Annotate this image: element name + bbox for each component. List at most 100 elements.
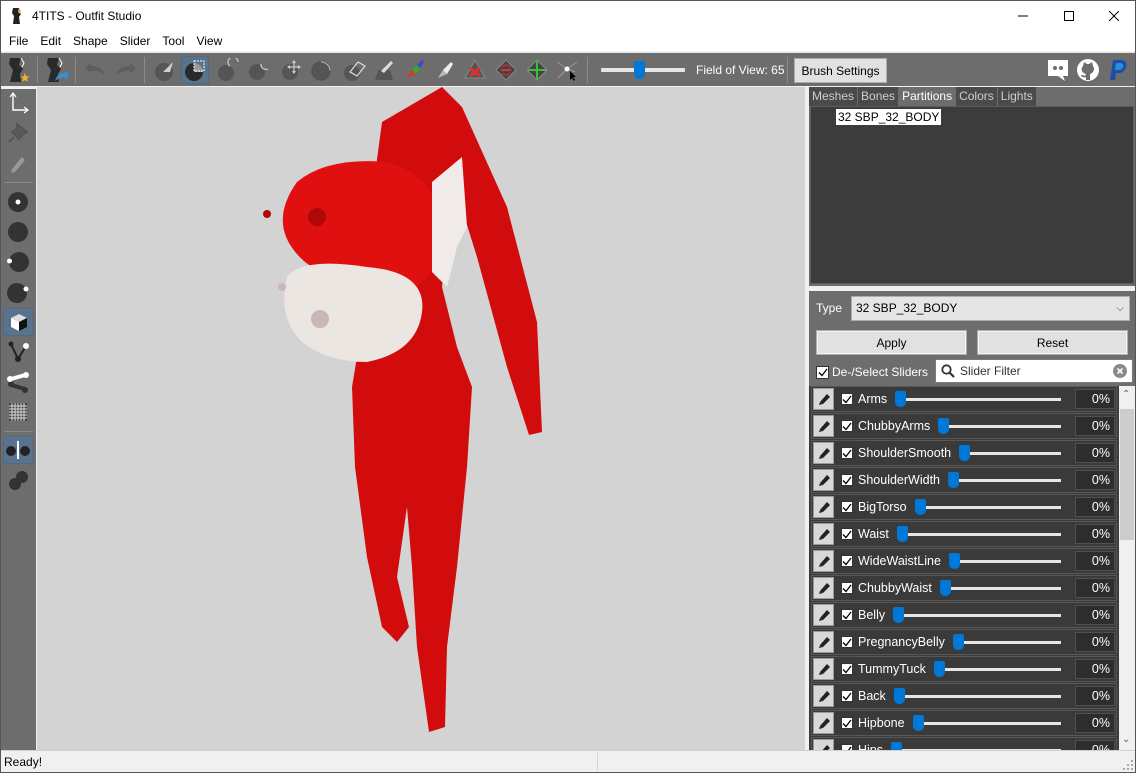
tab-partitions[interactable]: Partitions [899, 87, 956, 106]
slider-filter-input[interactable] [960, 362, 1110, 380]
slider-thumb[interactable] [959, 445, 970, 461]
field-of-view-slider[interactable] [601, 61, 685, 79]
fov-slider-thumb[interactable] [633, 61, 645, 79]
slider-thumb[interactable] [938, 418, 949, 434]
slider-track[interactable] [938, 425, 1061, 428]
paypal-link[interactable] [1106, 58, 1130, 82]
slider-value[interactable]: 0% [1075, 389, 1115, 409]
move-tool-button[interactable] [277, 56, 305, 84]
slider-track[interactable] [894, 695, 1061, 698]
inflate-tool-button[interactable] [214, 56, 242, 84]
partition-item[interactable]: 32 SBP_32_BODY [836, 109, 942, 125]
slider-value[interactable]: 0% [1075, 632, 1115, 652]
slider-checkbox[interactable] [841, 420, 853, 432]
scroll-up-icon[interactable]: ⌃ [1122, 389, 1130, 400]
brush-right-button[interactable] [3, 278, 33, 306]
discord-link[interactable] [1046, 58, 1070, 82]
slider-checkbox[interactable] [841, 663, 853, 675]
brush-left-button[interactable] [3, 248, 33, 276]
edit-slider-button[interactable] [813, 685, 834, 707]
slider-track[interactable] [893, 614, 1061, 617]
redo-button[interactable] [112, 56, 140, 84]
select-tool-button[interactable] [151, 56, 179, 84]
slider-thumb[interactable] [949, 553, 960, 569]
slider-value[interactable]: 0% [1075, 713, 1115, 733]
tab-meshes[interactable]: Meshes [809, 87, 858, 106]
slider-value[interactable]: 0% [1075, 443, 1115, 463]
brush-center-button[interactable] [3, 188, 33, 216]
edit-slider-button[interactable] [813, 658, 834, 680]
vertex-edit-button[interactable] [3, 149, 33, 177]
slider-thumb[interactable] [891, 742, 902, 750]
connected-only-button[interactable] [3, 466, 33, 494]
slider-value[interactable]: 0% [1075, 659, 1115, 679]
menu-edit[interactable]: Edit [33, 31, 66, 51]
slider-thumb[interactable] [894, 688, 905, 704]
tab-lights[interactable]: Lights [997, 87, 1036, 106]
undiff-tool-button[interactable] [340, 56, 368, 84]
slider-thumb[interactable] [934, 661, 945, 677]
scroll-down-icon[interactable]: ⌄ [1122, 734, 1130, 745]
clear-icon[interactable] [1113, 364, 1127, 378]
slider-checkbox[interactable] [841, 582, 853, 594]
x-mirror-button[interactable] [3, 436, 33, 464]
slider-thumb[interactable] [953, 634, 964, 650]
slider-track[interactable] [915, 506, 1061, 509]
mask-tool-button[interactable] [181, 56, 209, 84]
slider-checkbox[interactable] [841, 447, 853, 459]
slider-track[interactable] [948, 479, 1061, 482]
load-outfit-button[interactable] [43, 56, 71, 84]
edit-slider-button[interactable] [813, 550, 834, 572]
slider-value[interactable]: 0% [1075, 740, 1115, 750]
slider-checkbox[interactable] [841, 528, 853, 540]
slider-checkbox[interactable] [841, 393, 853, 405]
apply-button[interactable]: Apply [816, 330, 967, 355]
slider-thumb[interactable] [897, 526, 908, 542]
brush-settings-button[interactable]: Brush Settings [794, 58, 887, 83]
slider-thumb[interactable] [913, 715, 924, 731]
color-tool-button[interactable] [401, 56, 429, 84]
tab-bones[interactable]: Bones [858, 87, 899, 106]
slider-checkbox[interactable] [841, 474, 853, 486]
slider-value[interactable]: 0% [1075, 497, 1115, 517]
slider-thumb[interactable] [948, 472, 959, 488]
split-edge-button[interactable] [523, 56, 551, 84]
new-project-button[interactable] [5, 56, 33, 84]
slider-checkbox[interactable] [841, 636, 853, 648]
undo-button[interactable] [81, 56, 109, 84]
slider-checkbox[interactable] [841, 717, 853, 729]
slider-thumb[interactable] [940, 580, 951, 596]
bone-display-button[interactable] [3, 368, 33, 396]
slider-track[interactable] [897, 533, 1061, 536]
slider-track[interactable] [913, 722, 1061, 725]
edit-slider-button[interactable] [813, 631, 834, 653]
close-button[interactable] [1091, 1, 1136, 31]
collapse-vertex-button[interactable] [461, 56, 489, 84]
shaded-view-button[interactable] [3, 308, 33, 336]
menu-shape[interactable]: Shape [66, 31, 113, 51]
slider-thumb[interactable] [895, 391, 906, 407]
slider-thumb[interactable] [893, 607, 904, 623]
move-vertex-button[interactable] [553, 56, 581, 84]
reset-button[interactable]: Reset [977, 330, 1128, 355]
maximize-button[interactable] [1046, 1, 1092, 31]
slider-value[interactable]: 0% [1075, 578, 1115, 598]
slider-value[interactable]: 0% [1075, 524, 1115, 544]
deselect-sliders-checkbox[interactable]: De-/Select Sliders [816, 365, 928, 379]
slider-list-scrollbar[interactable]: ⌃ ⌄ [1119, 386, 1135, 750]
brush-none-button[interactable] [3, 218, 33, 246]
slider-value[interactable]: 0% [1075, 470, 1115, 490]
menu-file[interactable]: File [1, 31, 33, 51]
edit-slider-button[interactable] [813, 415, 834, 437]
slider-value[interactable]: 0% [1075, 551, 1115, 571]
menu-tool[interactable]: Tool [155, 31, 189, 51]
pivot-tool-button[interactable] [3, 119, 33, 147]
weight-tool-button[interactable] [370, 56, 398, 84]
3d-viewport[interactable] [37, 87, 805, 750]
slider-value[interactable]: 0% [1075, 605, 1115, 625]
slider-track[interactable] [953, 641, 1061, 644]
edit-slider-button[interactable] [813, 388, 834, 410]
slider-checkbox[interactable] [841, 501, 853, 513]
edit-slider-button[interactable] [813, 577, 834, 599]
slider-value[interactable]: 0% [1075, 416, 1115, 436]
